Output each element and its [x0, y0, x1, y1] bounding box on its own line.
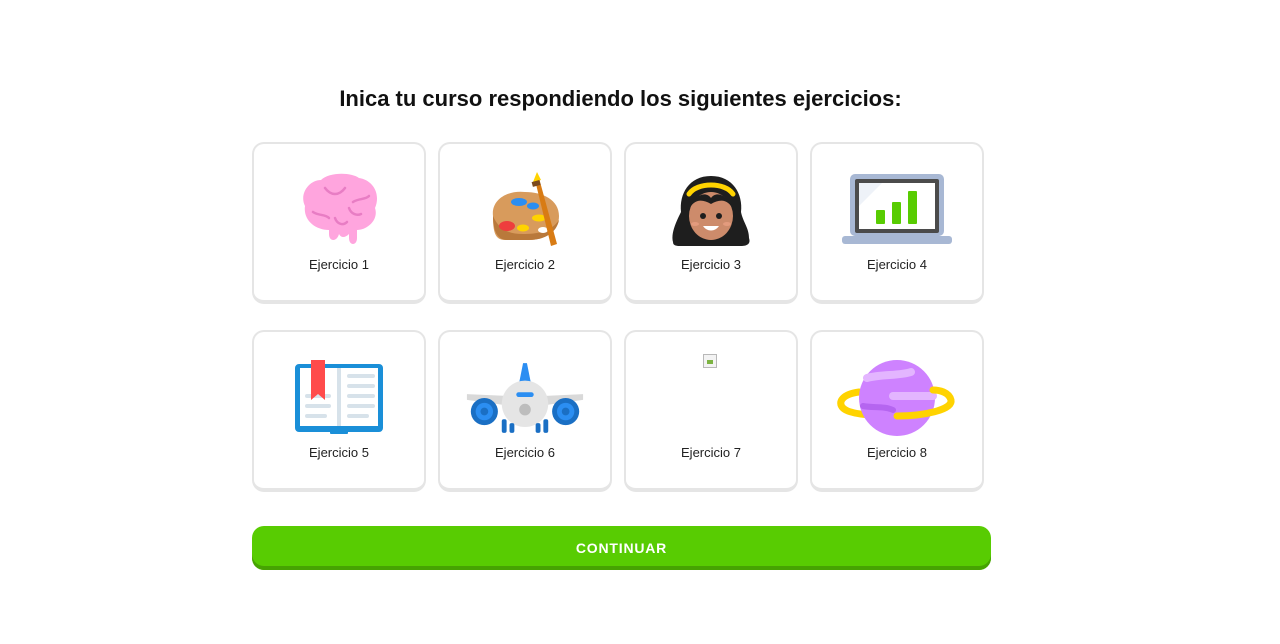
broken-image-icon [651, 354, 771, 438]
exercise-label: Ejercicio 1 [309, 257, 369, 272]
airplane-icon [465, 358, 585, 438]
exercise-label: Ejercicio 6 [495, 445, 555, 460]
palette-icon [465, 170, 585, 250]
book-icon [279, 358, 399, 438]
exercise-card-3[interactable]: Ejercicio 3 [624, 142, 798, 304]
exercise-card-7[interactable]: Ejercicio 7 [624, 330, 798, 492]
laptop-chart-icon [837, 170, 957, 250]
brain-icon [279, 170, 399, 250]
exercise-label: Ejercicio 2 [495, 257, 555, 272]
exercise-label: Ejercicio 8 [867, 445, 927, 460]
planet-icon [837, 358, 957, 438]
exercise-card-2[interactable]: Ejercicio 2 [438, 142, 612, 304]
exercise-label: Ejercicio 4 [867, 257, 927, 272]
exercise-label: Ejercicio 3 [681, 257, 741, 272]
exercise-card-5[interactable]: Ejercicio 5 [252, 330, 426, 492]
page-title: Inica tu curso respondiendo los siguient… [339, 86, 902, 111]
page: Inica tu curso respondiendo los siguient… [0, 0, 1280, 644]
exercise-label: Ejercicio 7 [681, 445, 741, 460]
exercise-card-4[interactable]: Ejercicio 4 [810, 142, 984, 304]
exercise-card-8[interactable]: Ejercicio 8 [810, 330, 984, 492]
continue-button[interactable]: CONTINUAR [252, 526, 991, 570]
exercise-card-6[interactable]: Ejercicio 6 [438, 330, 612, 492]
exercise-card-1[interactable]: Ejercicio 1 [252, 142, 426, 304]
exercise-label: Ejercicio 5 [309, 445, 369, 460]
person-icon [651, 170, 771, 250]
exercise-grid: Ejercicio 1 Ejercicio 2 Ejercicio 3 Ejer… [252, 142, 986, 492]
